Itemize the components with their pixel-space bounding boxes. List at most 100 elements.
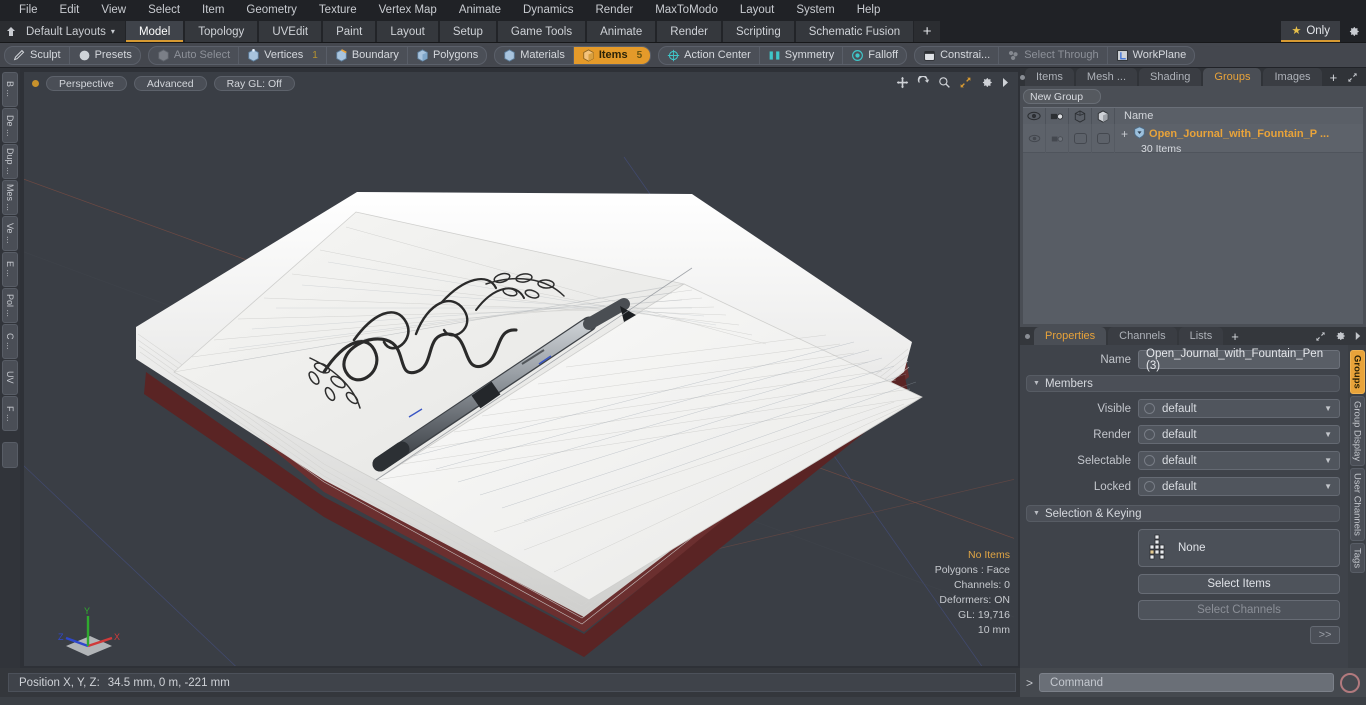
menu-item-geometry[interactable]: Geometry	[235, 0, 308, 21]
mode-button-action-center[interactable]: Action Center	[659, 46, 760, 64]
command-input[interactable]: Command	[1039, 673, 1334, 692]
add-layout-tab-button[interactable]: +	[914, 21, 940, 42]
mode-button-boundary[interactable]: Boundary	[327, 46, 408, 64]
name-field[interactable]: Open_Journal_with_Fountain_Pen (3)	[1138, 348, 1340, 372]
layout-tab-schematic-fusion[interactable]: Schematic Fusion	[794, 21, 915, 42]
layout-tab-paint[interactable]: Paint	[322, 21, 377, 42]
panel-menu-dot[interactable]	[1020, 327, 1034, 345]
maximize-icon[interactable]	[959, 76, 972, 92]
gear-icon[interactable]	[1340, 21, 1366, 42]
home-icon[interactable]	[0, 21, 22, 42]
mode-button-polygons[interactable]: Polygons	[408, 47, 486, 64]
mode-button-workplane[interactable]: WorkPlane	[1108, 47, 1195, 64]
menu-item-edit[interactable]: Edit	[49, 0, 91, 21]
mode-button-materials[interactable]: Materials	[495, 46, 574, 64]
toggle-circle-icon[interactable]	[1144, 455, 1155, 466]
visible-eye-icon[interactable]	[1023, 108, 1046, 124]
left-tool-tab-6[interactable]: Pol ...	[2, 288, 18, 323]
menu-item-help[interactable]: Help	[846, 0, 892, 21]
rotate-icon[interactable]	[917, 74, 930, 92]
mode-button-falloff[interactable]: Falloff	[843, 47, 906, 64]
left-tool-tab-1[interactable]: De ...	[2, 108, 18, 143]
left-tool-tab-5[interactable]: E ...	[2, 252, 18, 287]
menu-item-layout[interactable]: Layout	[729, 0, 786, 21]
selection-none-display[interactable]: None	[1138, 529, 1340, 567]
expand-icon[interactable]	[1343, 68, 1362, 86]
mode-button-constrai[interactable]: Constrai...	[915, 46, 1000, 64]
groups-tab-shading[interactable]: Shading	[1139, 68, 1202, 86]
only-toggle[interactable]: ★ Only	[1281, 21, 1340, 42]
layout-tab-topology[interactable]: Topology	[184, 21, 259, 42]
viewport-raygl-button[interactable]: Ray GL: Off	[213, 76, 295, 91]
mode-button-symmetry[interactable]: Symmetry	[760, 46, 844, 64]
zoom-icon[interactable]	[938, 76, 951, 92]
menu-item-view[interactable]: View	[90, 0, 137, 21]
left-tool-tab-extra[interactable]	[2, 442, 18, 468]
member-dropdown-render[interactable]: default ▼	[1138, 425, 1340, 444]
properties-tab-channels[interactable]: Channels	[1108, 327, 1177, 345]
layout-tab-setup[interactable]: Setup	[438, 21, 497, 42]
viewport-perspective-button[interactable]: Perspective	[46, 76, 127, 91]
left-tool-tab-3[interactable]: Mes ...	[2, 180, 18, 215]
mode-button-sculpt[interactable]: Sculpt	[5, 46, 70, 64]
menu-item-dynamics[interactable]: Dynamics	[512, 0, 584, 21]
menu-item-animate[interactable]: Animate	[448, 0, 512, 21]
shaded-cube-icon[interactable]	[1092, 108, 1115, 124]
viewport-shading-button[interactable]: Advanced	[133, 76, 207, 91]
member-dropdown-visible[interactable]: default ▼	[1138, 399, 1340, 418]
right-tool-tab-groups[interactable]: Groups	[1349, 350, 1365, 394]
left-tool-tab-9[interactable]: F ...	[2, 396, 18, 431]
mode-button-items[interactable]: Items 5	[573, 46, 651, 64]
properties-tab-properties[interactable]: Properties	[1034, 327, 1107, 345]
row-expander[interactable]: +	[1119, 127, 1130, 141]
row-wireframe-toggle[interactable]	[1069, 124, 1092, 153]
right-tool-tab-user-channels[interactable]: User Channels	[1349, 467, 1365, 541]
row-visible-eye-icon[interactable]	[1023, 124, 1046, 153]
mode-button-vertices[interactable]: Vertices 1	[239, 46, 327, 64]
groups-tab-items[interactable]: Items	[1025, 68, 1074, 86]
groups-tab-mesh[interactable]: Mesh ...	[1075, 68, 1138, 86]
groups-tab-images[interactable]: Images	[1263, 68, 1322, 86]
right-tool-tab-tags[interactable]: Tags	[1349, 542, 1365, 573]
chevron-right-icon[interactable]	[1362, 68, 1366, 86]
layout-tab-scripting[interactable]: Scripting	[721, 21, 795, 42]
viewport-3d[interactable]: Perspective Advanced Ray GL: Off X Y Z N…	[24, 72, 1018, 666]
layout-tab-model[interactable]: Model	[124, 21, 185, 42]
member-dropdown-selectable[interactable]: default ▼	[1138, 451, 1340, 470]
expand-more-button[interactable]: >>	[1310, 626, 1340, 644]
mode-button-select-through[interactable]: Select Through	[999, 46, 1108, 64]
wireframe-cube-icon[interactable]	[1069, 108, 1092, 124]
layout-tab-animate[interactable]: Animate	[586, 21, 657, 42]
left-tool-tab-7[interactable]: C ...	[2, 324, 18, 359]
row-render-camera-icon[interactable]	[1046, 124, 1069, 153]
left-tool-tab-4[interactable]: Ve ...	[2, 216, 18, 251]
chevron-right-icon[interactable]	[1350, 327, 1366, 345]
menu-item-system[interactable]: System	[785, 0, 845, 21]
select-items-button[interactable]: Select Items	[1138, 573, 1340, 594]
menu-item-vertex-map[interactable]: Vertex Map	[368, 0, 448, 21]
left-tool-tab-0[interactable]: B ...	[2, 72, 18, 107]
chevron-right-icon[interactable]	[1001, 77, 1010, 91]
selection-section-header[interactable]: ▼ Selection & Keying	[1026, 505, 1340, 522]
layout-selector[interactable]: Default Layouts ▾	[22, 21, 125, 42]
layout-tab-render[interactable]: Render	[656, 21, 722, 42]
layout-tab-uvedit[interactable]: UVEdit	[258, 21, 323, 42]
new-group-button[interactable]: New Group	[1023, 89, 1101, 104]
gear-icon[interactable]	[1330, 327, 1350, 345]
add-groups-tab-button[interactable]: +	[1324, 68, 1344, 86]
expand-icon[interactable]	[1311, 327, 1330, 345]
select-channels-button[interactable]: Select Channels	[1138, 599, 1340, 620]
move-icon[interactable]	[896, 76, 909, 92]
group-list-empty-area[interactable]	[1023, 153, 1363, 324]
render-camera-icon[interactable]	[1046, 108, 1069, 124]
left-tool-tab-2[interactable]: Dup ...	[2, 144, 18, 179]
right-tool-tab-group-display[interactable]: Group Display	[1349, 395, 1365, 466]
mode-button-presets[interactable]: Presets	[70, 47, 140, 64]
properties-tab-lists[interactable]: Lists	[1178, 327, 1224, 345]
groups-tab-groups[interactable]: Groups	[1203, 68, 1262, 86]
members-section-header[interactable]: ▼ Members	[1026, 375, 1340, 392]
gear-icon[interactable]	[980, 76, 993, 92]
member-dropdown-locked[interactable]: default ▼	[1138, 477, 1340, 496]
layout-tab-layout[interactable]: Layout	[376, 21, 439, 42]
add-properties-tab-button[interactable]: +	[1225, 327, 1245, 345]
